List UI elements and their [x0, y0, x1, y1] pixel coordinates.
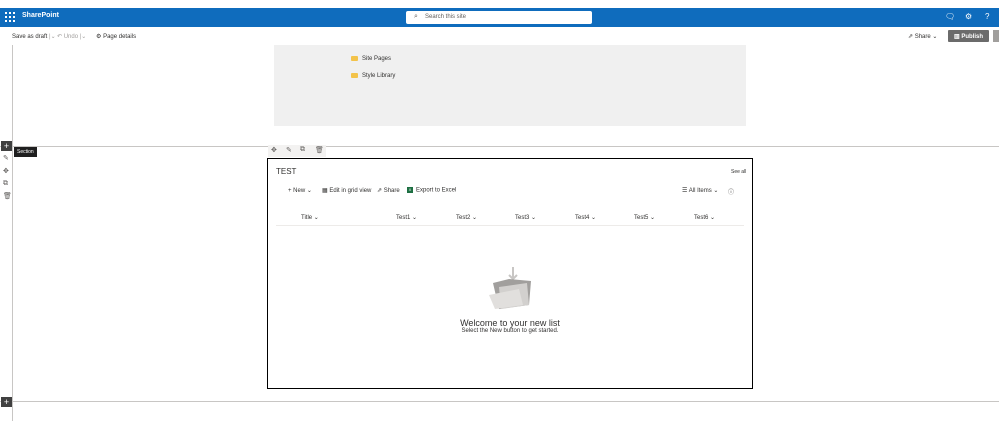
column-label: Test6	[694, 215, 709, 221]
see-all-link[interactable]: See all	[731, 169, 746, 175]
new-label: New	[293, 188, 306, 194]
folder-icon	[351, 73, 358, 78]
gear-icon[interactable]: ⚙	[965, 12, 972, 22]
column-label: Test1	[396, 215, 411, 221]
export-label: Export to Excel	[416, 187, 457, 194]
list-webpart: TEST See all + New ⌄ ▦ Edit in grid view…	[267, 158, 753, 389]
page-details-label: Page details	[103, 34, 137, 40]
view-selector[interactable]: ☰ All Items ⌄	[682, 187, 718, 194]
column-header[interactable]: Test3 ⌄	[515, 214, 536, 221]
move-icon[interactable]: ✥	[271, 146, 277, 154]
column-header[interactable]: Test6 ⌄	[694, 214, 715, 221]
webpart-toolbar: ✥ ✎ ⧉ 🗑	[268, 145, 326, 157]
list-title[interactable]: TEST	[276, 167, 296, 176]
search-box[interactable]: ⌕ Search this site	[406, 11, 592, 24]
chevron-down-icon[interactable]: |⌄	[49, 34, 56, 40]
column-header[interactable]: Title ⌄	[301, 214, 319, 221]
filter-icon: ☰	[682, 188, 688, 194]
edit-grid-label: Edit in grid view	[329, 188, 372, 194]
new-button[interactable]: + New ⌄	[288, 187, 312, 194]
header-divider	[276, 225, 744, 226]
column-label: Title	[301, 215, 313, 221]
add-section-button[interactable]: +	[1, 397, 12, 407]
column-header[interactable]: Test2 ⌄	[456, 214, 477, 221]
section-divider	[0, 401, 999, 402]
empty-state-subtitle: Select the New button to get started.	[461, 328, 559, 334]
app-launcher-icon[interactable]	[5, 12, 15, 22]
column-header[interactable]: Test1 ⌄	[396, 214, 417, 221]
folder-icon	[351, 56, 358, 61]
help-icon[interactable]: ?	[985, 12, 989, 22]
move-icon[interactable]: ✥	[3, 167, 9, 175]
section-tooltip: Section	[14, 147, 37, 157]
section-divider	[0, 146, 999, 147]
column-label: Test5	[634, 215, 649, 221]
publish-button[interactable]: ▥ Publish	[948, 30, 989, 42]
save-as-draft-button[interactable]: Save as draft |⌄	[12, 33, 56, 40]
empty-folder-illustration	[489, 267, 531, 309]
info-icon[interactable]: ⓘ	[728, 187, 734, 196]
excel-icon: X	[407, 187, 413, 193]
edit-section-icon[interactable]: ✎	[3, 154, 9, 162]
undo-label: Undo	[63, 34, 79, 40]
edit-icon[interactable]: ✎	[286, 146, 292, 154]
export-excel-button[interactable]: X Export to Excel	[407, 187, 456, 194]
add-section-button[interactable]: +	[1, 141, 12, 151]
share-icon: ⇗	[908, 34, 914, 40]
canvas-rail	[12, 45, 13, 421]
column-label: Test3	[515, 215, 530, 221]
folder-label: Style Library	[362, 73, 396, 80]
empty-state-title: Welcome to your new list	[460, 318, 560, 328]
delete-icon[interactable]: 🗑	[3, 192, 12, 200]
document-library-panel: Site Pages Style Library	[274, 45, 746, 126]
delete-icon[interactable]: 🗑	[315, 146, 324, 154]
share-page-button[interactable]: ⇗ Share ⌄	[908, 33, 937, 40]
search-placeholder: Search this site	[425, 14, 467, 20]
save-as-draft-label: Save as draft	[12, 34, 48, 40]
publish-label: Publish	[961, 34, 984, 40]
page-details-button[interactable]: ⚙ Page details	[96, 33, 136, 40]
page-command-bar: Save as draft |⌄ ↶ Undo |⌄ ⚙ Page detail…	[0, 28, 999, 45]
column-label: Test2	[456, 215, 471, 221]
view-label: All Items	[688, 188, 712, 194]
share-label: Share	[383, 188, 400, 194]
folder-item[interactable]: Style Library	[351, 73, 395, 79]
column-label: Test4	[575, 215, 590, 221]
overflow-button[interactable]	[993, 30, 999, 42]
folder-label: Site Pages	[362, 56, 392, 63]
share-list-button[interactable]: ⇗ Share	[377, 187, 400, 194]
feedback-icon[interactable]: 🗨	[945, 12, 955, 22]
column-header[interactable]: Test4 ⌄	[575, 214, 596, 221]
search-icon: ⌕	[414, 13, 418, 20]
duplicate-icon[interactable]: ⧉	[3, 180, 8, 188]
app-brand[interactable]: SharePoint	[22, 12, 59, 19]
edit-grid-button[interactable]: ▦ Edit in grid view	[322, 187, 371, 194]
undo-button[interactable]: ↶ Undo |⌄	[57, 33, 86, 40]
column-header[interactable]: Test5 ⌄	[634, 214, 655, 221]
duplicate-icon[interactable]: ⧉	[300, 146, 305, 154]
share-icon: ⇗	[377, 188, 383, 194]
publish-icon: ▥	[954, 34, 960, 40]
share-label: Share	[914, 34, 931, 40]
folder-item[interactable]: Site Pages	[351, 56, 391, 62]
suite-bar: SharePoint ⌕ Search this site 🗨 ⚙ ?	[0, 8, 999, 27]
grid-icon: ▦	[322, 188, 328, 194]
gear-icon: ⚙	[96, 34, 102, 40]
